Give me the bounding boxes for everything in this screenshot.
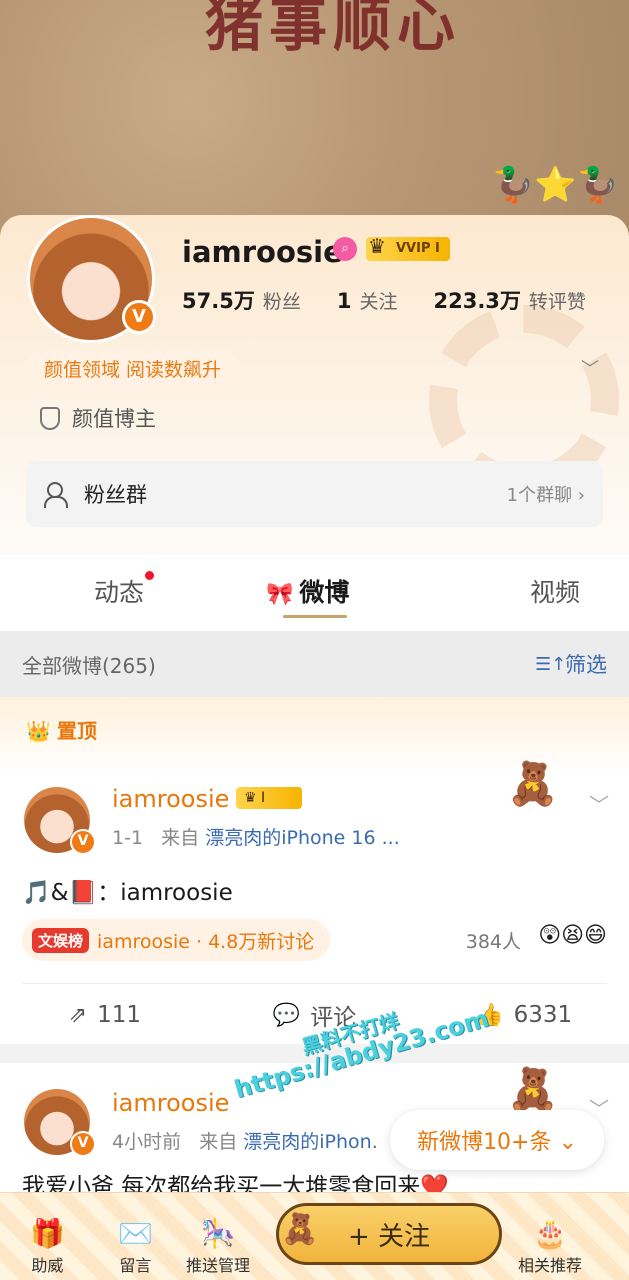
entertainment-rank-badge: 文娱榜	[32, 927, 90, 953]
post-meta: 1-1 来自 漂亮肉的iPhone 16 ...	[112, 827, 400, 849]
pinned-label: 👑 置顶	[26, 719, 97, 743]
verified-label: 颜值博主	[72, 407, 156, 431]
verified-v-icon: V	[70, 829, 96, 855]
hot-topic-text: iamroosie · 4.8万新讨论	[97, 930, 315, 953]
crown-icon: 👑	[26, 719, 51, 743]
carousel-icon: 🎠	[200, 1217, 236, 1250]
post-source-link[interactable]: 漂亮肉的iPhon.	[243, 1131, 378, 1153]
filter-button[interactable]: ☰↑ 筛选	[535, 649, 607, 679]
hot-topic-tag[interactable]: 文娱榜 iamroosie · 4.8万新讨论	[22, 919, 331, 961]
all-posts-count: 全部微博(265)	[22, 653, 156, 678]
comment-icon: 💬	[272, 1002, 301, 1028]
reaction-emojis[interactable]: 😲😫😄	[538, 923, 607, 948]
post-author[interactable]: iamroosie	[112, 1089, 229, 1117]
following-label[interactable]: 关注	[359, 287, 397, 314]
vip-mini-badge[interactable]: ♛ I	[236, 787, 302, 809]
verified-category: 颜值博主	[40, 403, 156, 433]
divider	[22, 983, 607, 984]
people-icon	[44, 482, 72, 508]
share-icon: ⇗	[68, 1002, 88, 1028]
active-tab-indicator	[283, 615, 347, 618]
fans-count[interactable]: 57.5万	[182, 285, 255, 315]
related-recommend-button[interactable]: 🎂 相关推荐	[518, 1217, 582, 1276]
reaction-people-count: 384人	[465, 931, 521, 953]
bottom-toolbar: 🎁 助威 ✉️ 留言 🎠 推送管理 🧸 + 关注 🎂 相关推荐	[0, 1192, 629, 1280]
interactions-count[interactable]: 223.3万	[433, 285, 520, 315]
tab-video[interactable]: 视频	[530, 573, 580, 609]
fan-group-row[interactable]: 粉丝群 1个群聊 ›	[26, 461, 603, 527]
fans-label[interactable]: 粉丝	[263, 287, 301, 314]
profile-avatar[interactable]: V	[27, 215, 156, 343]
letter-icon: ✉️	[118, 1217, 153, 1250]
verified-v-icon: V	[70, 1131, 96, 1157]
repost-button[interactable]: ⇗ 111	[0, 995, 210, 1035]
tab-dongtai[interactable]: 动态	[94, 571, 155, 609]
bow-icon: 🎀	[266, 582, 294, 607]
search-badge-icon[interactable]: ⌕	[333, 237, 357, 261]
vvip-badge[interactable]: ♛ VVIP I	[366, 234, 450, 261]
profile-username: iamroosie	[182, 235, 343, 269]
chevron-down-icon[interactable]: ﹀	[589, 789, 609, 818]
post-avatar[interactable]: V	[24, 787, 96, 855]
unread-dot	[145, 571, 155, 580]
post-text: 🎵&📕：iamroosie	[22, 880, 233, 906]
chevron-down-icon[interactable]: ﹀	[581, 355, 599, 381]
duck-sticker-icon: 🦆⭐🦆	[491, 165, 619, 205]
bear-sticker-icon: 🧸	[506, 759, 559, 808]
profile-tabs: 动态 🎀 微博 视频	[0, 555, 629, 631]
shield-icon	[40, 406, 60, 430]
banner-title: 猪事顺心	[205, 0, 462, 59]
crown-icon: ♛	[368, 234, 386, 258]
post-meta: 4小时前 来自 漂亮肉的iPhon.	[112, 1131, 378, 1153]
fan-group-label: 粉丝群	[84, 483, 147, 507]
follow-button[interactable]: 🧸 + 关注	[276, 1203, 502, 1265]
post-author[interactable]: iamroosie	[112, 785, 229, 813]
post-card[interactable]: 👑 置顶 V iamroosie ♛ I 1-1 来自 漂亮肉的iPhone 16…	[0, 697, 629, 1044]
tab-weibo[interactable]: 🎀 微博	[266, 573, 349, 609]
filter-icon: ☰↑	[535, 653, 567, 675]
fan-group-count: 1个群聊 ›	[506, 485, 585, 506]
filter-bar: 全部微博(265) ☰↑ 筛选	[0, 631, 629, 697]
interactions-label[interactable]: 转评赞	[529, 287, 586, 314]
cake-icon: 🎂	[532, 1217, 568, 1250]
bear-icon: 🧸	[281, 1212, 319, 1247]
gift-icon: 🎁	[30, 1217, 65, 1250]
new-posts-button[interactable]: 新微博10+条 ⌄	[390, 1110, 604, 1170]
field-tag-chip[interactable]: 颜值领域 阅读数飙升	[28, 349, 238, 388]
cheer-button[interactable]: 🎁 助威	[30, 1217, 65, 1276]
bear-sticker-icon: 🧸	[506, 1065, 559, 1114]
post-avatar[interactable]: V	[24, 1089, 96, 1157]
profile-banner[interactable]: 猪事顺心 🦆⭐🦆	[0, 0, 629, 250]
verified-v-icon: V	[122, 300, 156, 334]
push-settings-button[interactable]: 🎠 推送管理	[186, 1217, 250, 1276]
post-source-link[interactable]: 漂亮肉的iPhone 16 ...	[205, 827, 400, 849]
profile-stats: 57.5万 粉丝 1 关注 223.3万 转评赞	[182, 285, 586, 315]
message-button[interactable]: ✉️ 留言	[118, 1217, 153, 1276]
following-count[interactable]: 1	[337, 289, 352, 313]
